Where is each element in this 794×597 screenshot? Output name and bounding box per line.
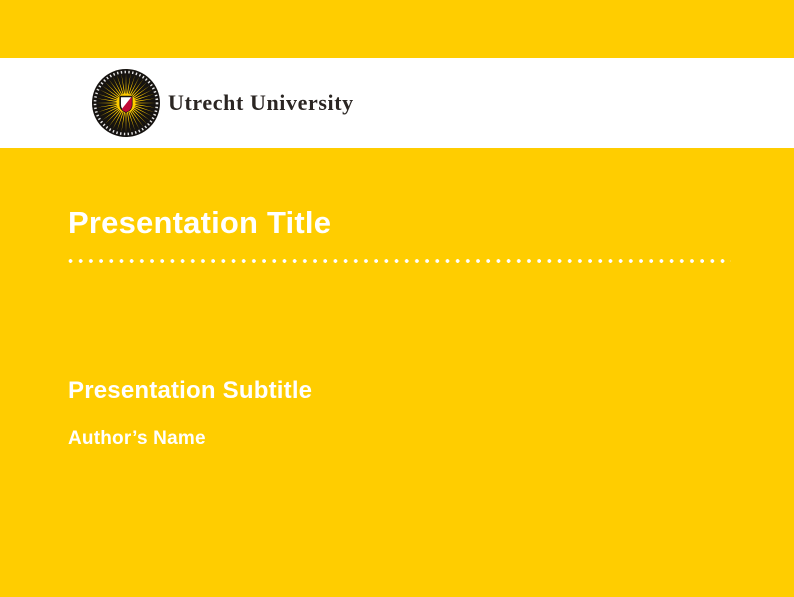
dotted-divider <box>68 256 731 266</box>
top-accent-bar <box>0 0 794 58</box>
university-wordmark: Utrecht University <box>168 58 354 148</box>
header-band: Utrecht University <box>0 58 794 148</box>
presentation-title: Presentation Title <box>68 205 331 241</box>
uu-sun-emblem-icon <box>92 69 160 137</box>
utrecht-shield <box>120 97 132 113</box>
author-name: Author’s Name <box>68 426 206 452</box>
presentation-subtitle: Presentation Subtitle <box>68 376 312 406</box>
title-slide: Utrecht University Presentation Title Pr… <box>0 0 794 597</box>
